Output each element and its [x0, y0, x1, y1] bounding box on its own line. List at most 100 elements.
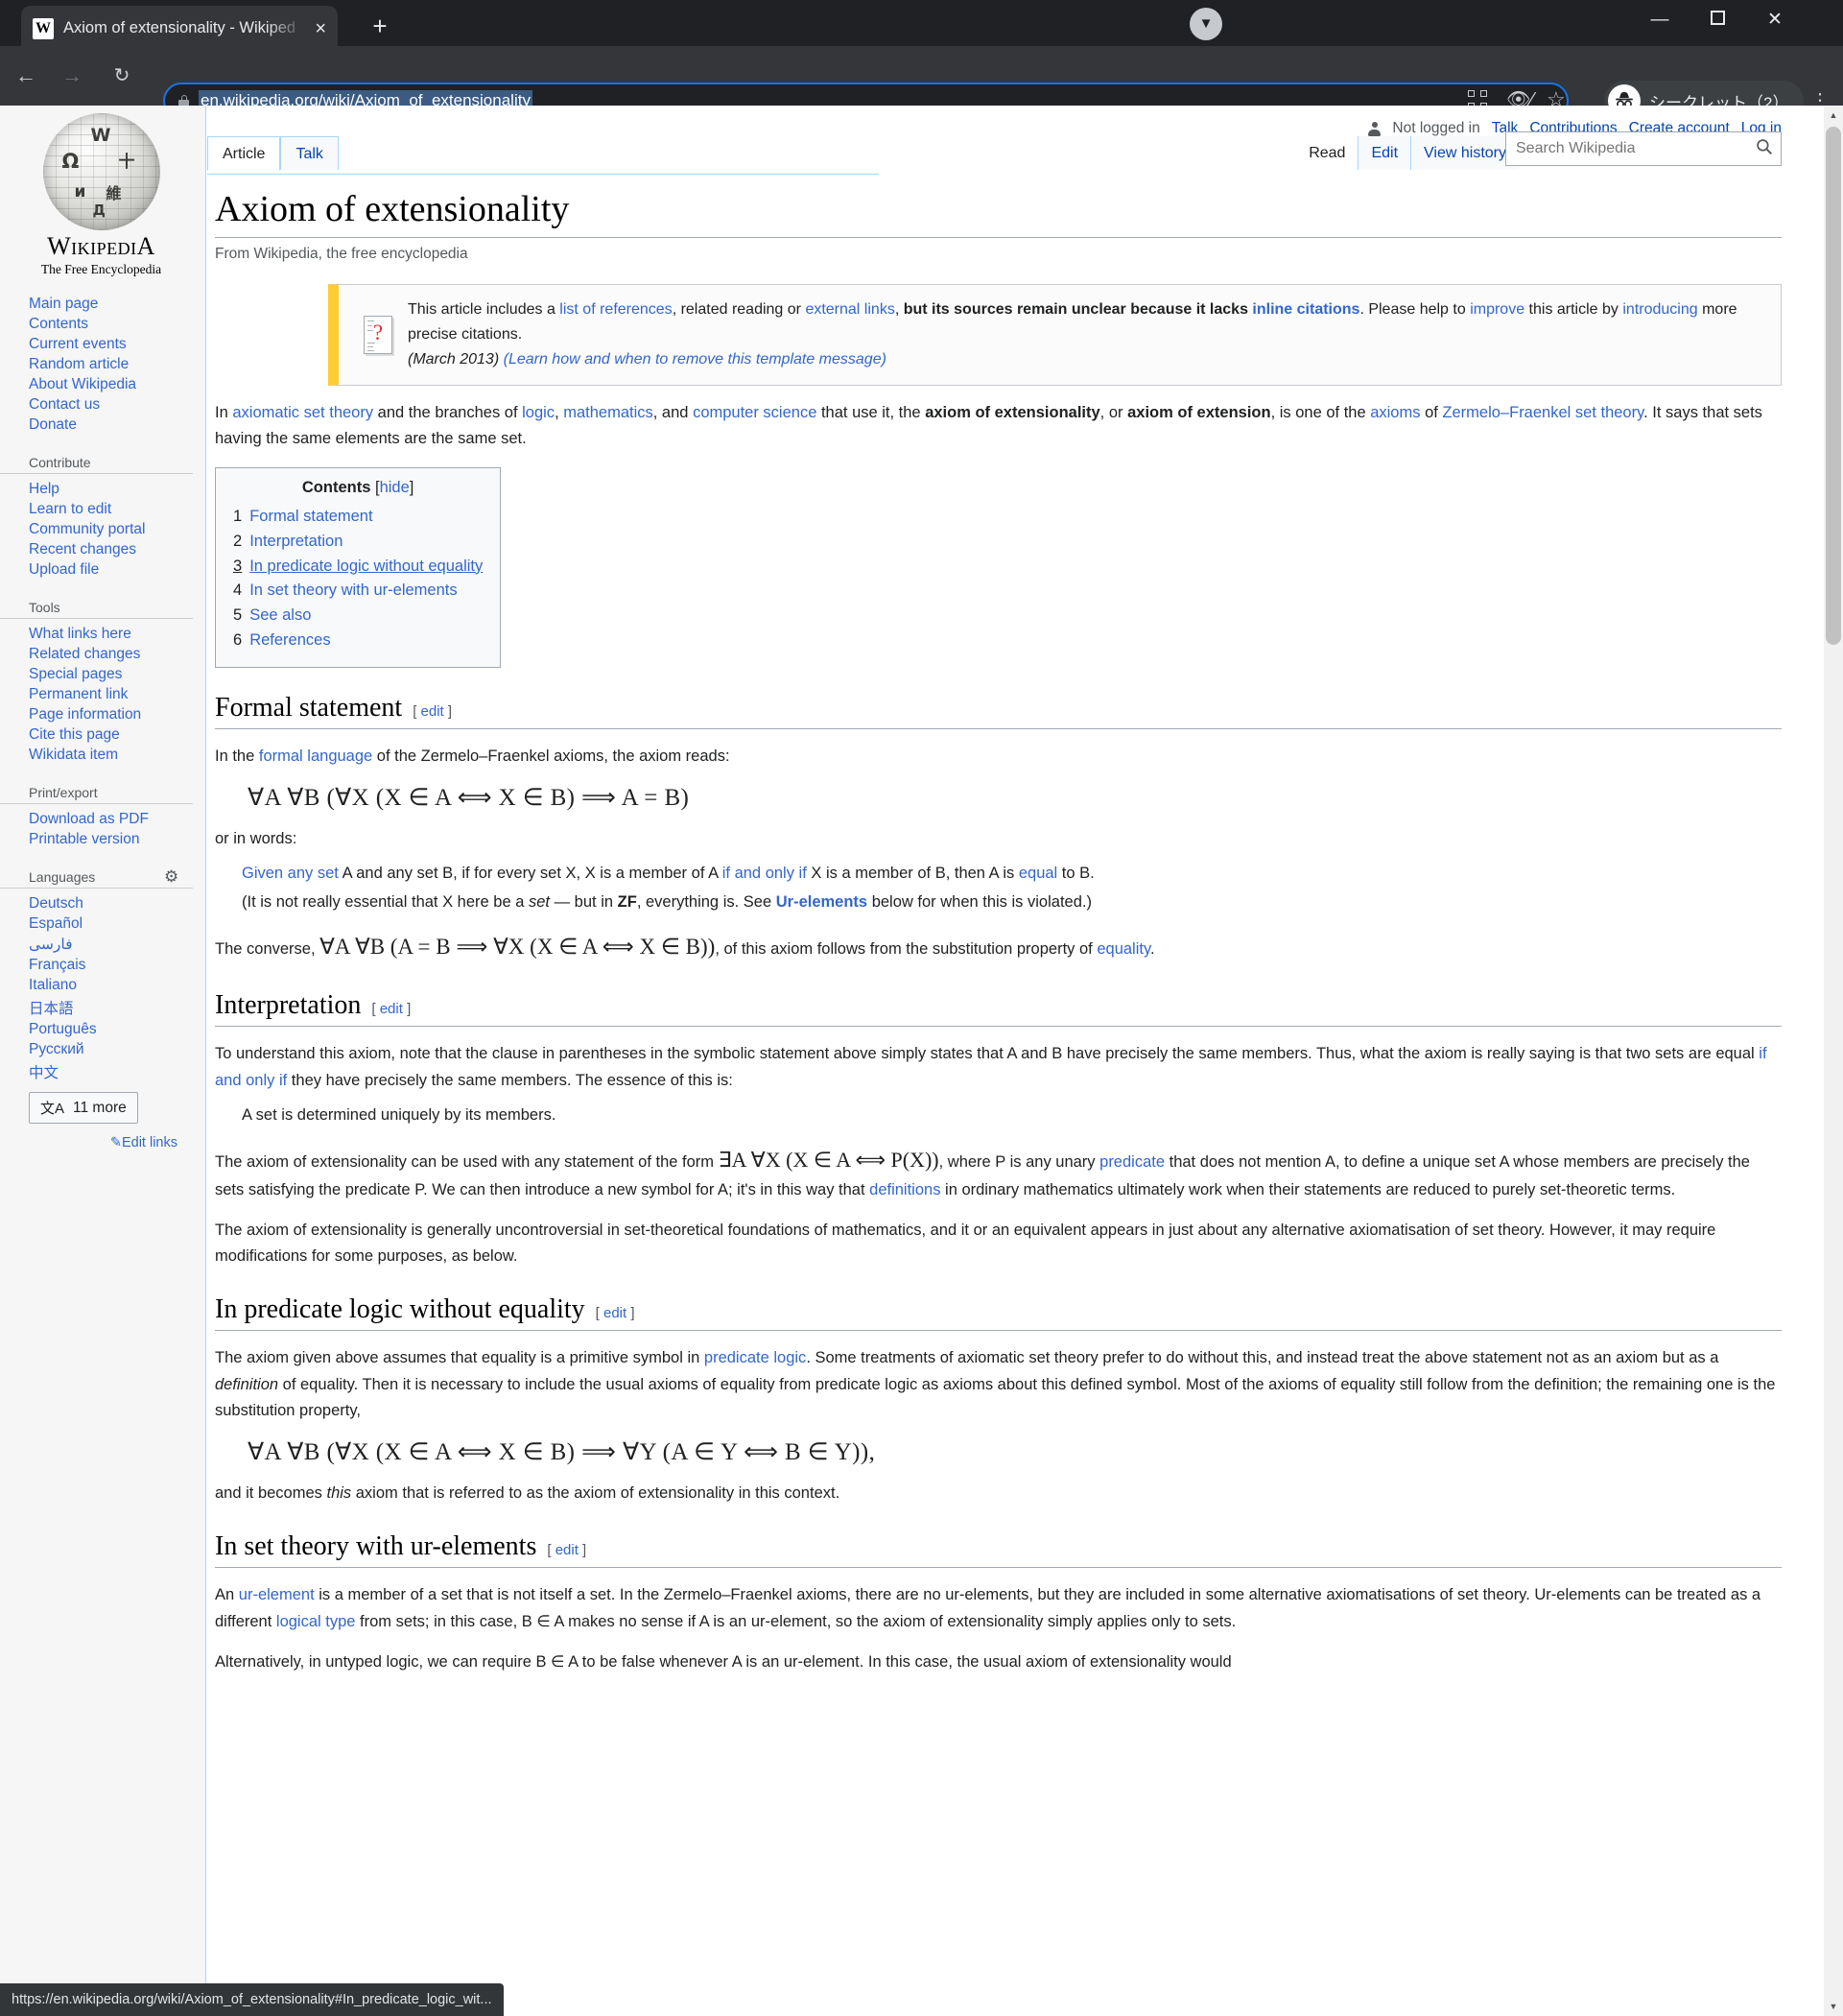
- sidebar-link[interactable]: Português: [29, 1021, 97, 1037]
- sidebar-item-upload-file[interactable]: Upload file: [0, 559, 206, 580]
- toc-item-5[interactable]: 5 See also: [233, 604, 483, 629]
- toc-item-4[interactable]: 4 In set theory with ur-elements: [233, 579, 483, 604]
- sidebar-item-recent-changes[interactable]: Recent changes: [0, 539, 206, 559]
- toc-link[interactable]: In set theory with ur-elements: [249, 581, 457, 599]
- link-ur-element[interactable]: ur-element: [239, 1586, 315, 1603]
- sidebar-item-help[interactable]: Help: [0, 479, 206, 499]
- lead-link-mathematics[interactable]: mathematics: [563, 404, 653, 421]
- sidebar-item-contact-us[interactable]: Contact us: [0, 394, 206, 415]
- sidebar-item-page-information[interactable]: Page information: [0, 704, 206, 724]
- sidebar-link[interactable]: Русский: [29, 1041, 84, 1057]
- tab-read[interactable]: Read: [1296, 136, 1359, 170]
- link-predicate[interactable]: predicate: [1099, 1153, 1165, 1171]
- window-close-button[interactable]: ✕: [1746, 0, 1804, 40]
- sidebar-item-contents[interactable]: Contents: [0, 314, 206, 334]
- sidebar-link[interactable]: Special pages: [29, 666, 122, 682]
- sidebar-link[interactable]: What links here: [29, 626, 131, 642]
- sidebar-link[interactable]: Italiano: [29, 977, 77, 993]
- sidebar-link[interactable]: 日本語: [29, 1001, 74, 1017]
- gear-icon[interactable]: ⚙: [164, 868, 181, 886]
- page-scrollbar[interactable]: ▲ ▼: [1824, 106, 1843, 2016]
- link-equal[interactable]: equal: [1019, 865, 1057, 882]
- sidebar-link[interactable]: Contact us: [29, 396, 100, 413]
- sidebar-lang-francais[interactable]: Français: [0, 955, 206, 975]
- notice-link-improve[interactable]: improve: [1470, 301, 1524, 318]
- search-input[interactable]: [1506, 140, 1748, 157]
- link-ur-elements[interactable]: Ur-elements: [776, 893, 867, 911]
- sidebar-item-current-events[interactable]: Current events: [0, 334, 206, 354]
- scrollbar-thumb[interactable]: [1826, 127, 1841, 645]
- section-edit-link[interactable]: edit: [380, 1001, 403, 1017]
- sidebar-link[interactable]: Current events: [29, 336, 127, 352]
- sidebar-link[interactable]: فارسی: [29, 937, 73, 953]
- sidebar-item-community-portal[interactable]: Community portal: [0, 519, 206, 539]
- sidebar-link[interactable]: About Wikipedia: [29, 376, 136, 392]
- sidebar-link[interactable]: Donate: [29, 416, 77, 433]
- notice-link-learn-how[interactable]: (Learn how and when to remove this templ…: [504, 351, 886, 368]
- notice-link-list-of-references[interactable]: list of references: [559, 301, 672, 318]
- window-minimize-button[interactable]: —: [1631, 0, 1689, 40]
- close-tab-icon[interactable]: ×: [315, 19, 326, 38]
- section-edit-link[interactable]: edit: [555, 1542, 579, 1558]
- sidebar-link[interactable]: Help: [29, 481, 59, 497]
- link-definitions[interactable]: definitions: [869, 1181, 940, 1198]
- reload-icon[interactable]: ↻: [106, 59, 138, 92]
- toc-item-2[interactable]: 2 Interpretation: [233, 530, 483, 555]
- section-edit-link[interactable]: edit: [603, 1305, 626, 1321]
- new-tab-button[interactable]: +: [363, 12, 397, 42]
- sidebar-link[interactable]: Printable version: [29, 831, 139, 847]
- sidebar-item-about-wikipedia[interactable]: About Wikipedia: [0, 374, 206, 394]
- sidebar-link[interactable]: Random article: [29, 356, 129, 372]
- sidebar-item-special-pages[interactable]: Special pages: [0, 664, 206, 684]
- scroll-down-arrow-icon[interactable]: ▼: [1824, 1997, 1843, 2016]
- link-logical-type[interactable]: logical type: [276, 1613, 356, 1630]
- sidebar-lang-farsi[interactable]: فارسی: [0, 934, 206, 955]
- sidebar-link[interactable]: Permanent link: [29, 686, 128, 702]
- sidebar-lang-italiano[interactable]: Italiano: [0, 975, 206, 995]
- sidebar-item-printable-version[interactable]: Printable version: [0, 829, 206, 849]
- sidebar-link[interactable]: Contents: [29, 316, 88, 332]
- more-languages-button[interactable]: 文A 11 more: [29, 1092, 138, 1124]
- sidebar-lang-russian[interactable]: Русский: [0, 1039, 206, 1059]
- toc-toggle[interactable]: [hide]: [375, 479, 413, 496]
- tab-article[interactable]: Article: [207, 136, 281, 171]
- edit-links-button[interactable]: ✎Edit links: [0, 1135, 177, 1150]
- lead-link-axioms[interactable]: axioms: [1370, 404, 1420, 421]
- sidebar-item-donate[interactable]: Donate: [0, 415, 206, 435]
- search-icon[interactable]: [1748, 138, 1781, 160]
- sidebar-lang-chinese[interactable]: 中文: [0, 1059, 206, 1083]
- toc-hide-link[interactable]: hide: [380, 479, 410, 496]
- sidebar-link[interactable]: Wikidata item: [29, 747, 118, 763]
- tab-edit[interactable]: Edit: [1358, 136, 1411, 170]
- sidebar-link[interactable]: Español: [29, 915, 83, 932]
- sidebar-lang-deutsch[interactable]: Deutsch: [0, 893, 206, 913]
- toc-item-3[interactable]: 3 In predicate logic without equality: [233, 555, 483, 580]
- sidebar-lang-espanol[interactable]: Español: [0, 913, 206, 934]
- sidebar-item-main-page[interactable]: Main page: [0, 294, 206, 314]
- sidebar-link[interactable]: Cite this page: [29, 726, 120, 743]
- section-edit-link[interactable]: edit: [421, 703, 444, 720]
- forward-arrow-icon[interactable]: →: [56, 59, 88, 92]
- lead-link-zf-set-theory[interactable]: Zermelo–Fraenkel set theory: [1442, 404, 1643, 421]
- toc-link[interactable]: References: [249, 631, 330, 649]
- toc-link[interactable]: Interpretation: [249, 533, 343, 550]
- sidebar-link[interactable]: Français: [29, 957, 85, 973]
- sidebar-item-learn-to-edit[interactable]: Learn to edit: [0, 499, 206, 519]
- sidebar-item-download-as-pdf[interactable]: Download as PDF: [0, 809, 206, 829]
- sidebar-link[interactable]: Upload file: [29, 561, 99, 578]
- sidebar-lang-japanese[interactable]: 日本語: [0, 995, 206, 1019]
- sidebar-item-what-links-here[interactable]: What links here: [0, 624, 206, 644]
- scroll-up-arrow-icon[interactable]: ▲: [1824, 106, 1843, 125]
- download-indicator-icon[interactable]: ▼: [1190, 8, 1222, 40]
- tab-view-history[interactable]: View history: [1410, 136, 1519, 170]
- sidebar-item-random-article[interactable]: Random article: [0, 354, 206, 374]
- sidebar-item-wikidata-item[interactable]: Wikidata item: [0, 745, 206, 765]
- notice-link-inline-citations[interactable]: inline citations: [1252, 301, 1359, 318]
- link-given-any-set[interactable]: Given any set: [242, 865, 339, 882]
- sidebar-link[interactable]: Related changes: [29, 646, 140, 662]
- toc-item-6[interactable]: 6 References: [233, 629, 483, 653]
- toc-link[interactable]: Formal statement: [249, 508, 372, 525]
- link-formal-language[interactable]: formal language: [259, 747, 372, 765]
- notice-link-external-links[interactable]: external links: [805, 301, 894, 318]
- link-predicate-logic[interactable]: predicate logic: [704, 1349, 806, 1366]
